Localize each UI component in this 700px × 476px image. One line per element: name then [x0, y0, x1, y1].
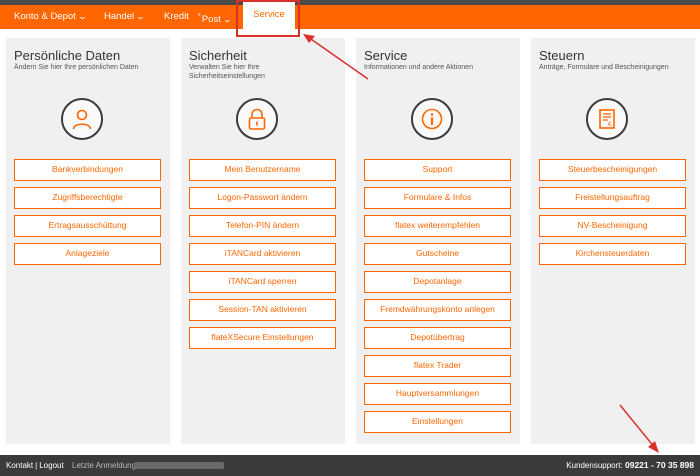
customer-support: Kundensupport: 09221 - 70 35 898	[566, 455, 694, 476]
info-icon	[411, 98, 453, 140]
tax-document-icon: €	[586, 98, 628, 140]
ertragsausschuettung-button[interactable]: Ertragsausschüttung	[14, 215, 161, 237]
column-steuern: Steuern Anträge, Formulare und Bescheini…	[531, 38, 695, 444]
itancard-sperren-button[interactable]: iTANCard sperren	[189, 271, 336, 293]
support-label: Kundensupport:	[566, 461, 623, 470]
flatex-trader-button[interactable]: flatex Trader	[364, 355, 511, 377]
column-persoenliche-daten: Persönliche Daten Ändern Sie hier Ihre p…	[6, 38, 170, 444]
nav-kredit[interactable]: Kredit	[164, 5, 189, 29]
nav-post-label: Post	[201, 14, 221, 25]
column-title: Steuern	[539, 48, 585, 63]
freistellungsauftrag-button[interactable]: Freistellungsauftrag	[539, 187, 686, 209]
column-service: Service Informationen und andere Aktione…	[356, 38, 520, 444]
nav-konto-depot[interactable]: Konto & Depot⌄	[14, 5, 88, 29]
formulare-infos-button[interactable]: Formulare & Infos	[364, 187, 511, 209]
chevron-down-icon: ⌄	[135, 12, 146, 21]
lock-icon	[236, 98, 278, 140]
weiterempfehlen-button[interactable]: flatex weiterempfehlen	[364, 215, 511, 237]
last-login-label: Letzte Anmeldung:	[72, 461, 139, 470]
column-subtitle: Informationen und andere Aktionen	[364, 64, 473, 71]
steuerbescheinigungen-button[interactable]: Steuerbescheinigungen	[539, 159, 686, 181]
zugriffsberechtigte-button[interactable]: Zugriffsberechtigte	[14, 187, 161, 209]
kirchensteuerdaten-button[interactable]: Kirchensteuerdaten	[539, 243, 686, 265]
mein-benutzername-button[interactable]: Mein Benutzername	[189, 159, 336, 181]
main-nav: Konto & Depot⌄ Handel⌄ Kredit *Post⌄	[0, 5, 700, 29]
depotanlage-button[interactable]: Depotanlage	[364, 271, 511, 293]
last-login-redacted	[134, 462, 224, 469]
bankverbindungen-button[interactable]: Bankverbindungen	[14, 159, 161, 181]
svg-text:€: €	[608, 121, 612, 128]
column-subtitle: Anträge, Formulare und Bescheinigungen	[539, 64, 669, 71]
nav-handel-label: Handel	[104, 11, 135, 22]
gutscheine-button[interactable]: Gutscheine	[364, 243, 511, 265]
footer: Kontakt | Logout Letzte Anmeldung: Kundens…	[0, 455, 700, 476]
nav-konto-depot-label: Konto & Depot	[14, 11, 76, 22]
nav-handel[interactable]: Handel⌄	[104, 5, 146, 29]
logout-link[interactable]: Logout	[39, 461, 63, 470]
chevron-down-icon: ⌄	[222, 15, 233, 24]
nav-kredit-label: Kredit	[164, 11, 189, 22]
user-icon	[61, 98, 103, 140]
footer-separator: |	[35, 461, 38, 470]
column-title: Service	[364, 48, 408, 63]
depotuebertrag-button[interactable]: Depotübertrag	[364, 327, 511, 349]
fremdwaehrungskonto-button[interactable]: Fremdwährungskonto anlegen	[364, 299, 511, 321]
itancard-aktivieren-button[interactable]: iTANCard aktivieren	[189, 243, 336, 265]
column-subtitle: Ändern Sie hier Ihre persönlichen Daten	[14, 64, 139, 71]
column-subtitle: Verwalten Sie hier Ihre Sicherheitseinst…	[189, 64, 265, 80]
nav-service-active[interactable]: Service	[243, 2, 295, 29]
hauptversammlungen-button[interactable]: Hauptversammlungen	[364, 383, 511, 405]
flatexsecure-button[interactable]: flateXSecure Einstellungen	[189, 327, 336, 349]
anlageziele-button[interactable]: Anlageziele	[14, 243, 161, 265]
chevron-down-icon: ⌄	[77, 12, 88, 21]
nav-post[interactable]: *Post⌄	[198, 5, 233, 29]
column-title: Sicherheit	[189, 48, 247, 63]
column-title: Persönliche Daten	[14, 48, 121, 63]
telefon-pin-button[interactable]: Telefon-PIN ändern	[189, 215, 336, 237]
einstellungen-button[interactable]: Einstellungen	[364, 411, 511, 433]
session-tan-button[interactable]: Session-TAN aktivieren	[189, 299, 336, 321]
logon-passwort-button[interactable]: Logon-Passwort ändern	[189, 187, 336, 209]
kontakt-link[interactable]: Kontakt	[6, 461, 33, 470]
new-mail-star-icon: *	[198, 13, 201, 20]
nv-bescheinigung-button[interactable]: NV-Bescheinigung	[539, 215, 686, 237]
column-sicherheit: Sicherheit Verwalten Sie hier Ihre Siche…	[181, 38, 345, 444]
support-button[interactable]: Support	[364, 159, 511, 181]
support-phone: 09221 - 70 35 898	[624, 460, 694, 470]
